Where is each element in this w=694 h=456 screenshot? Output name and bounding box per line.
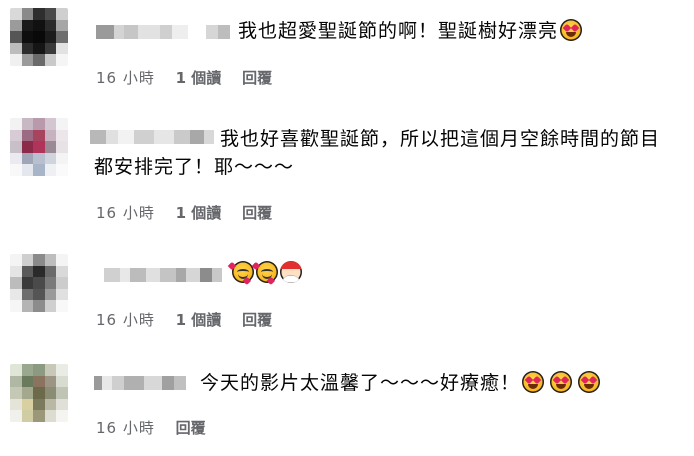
read-count[interactable]: 1 個讀	[176, 203, 222, 223]
avatar[interactable]	[10, 8, 68, 66]
comment-text-continued: 都安排完了！耶～～～	[94, 154, 294, 180]
comment-timestamp[interactable]: 16 小時	[96, 68, 155, 88]
comment-text: 我也超愛聖誕節的啊！聖誕樹好漂亮	[238, 18, 583, 44]
heart-eyes-icon	[522, 371, 545, 393]
heart-eyes-icon	[578, 371, 601, 393]
comment-meta: 16 小時 1 個讀 回覆	[96, 310, 272, 330]
commenter-name[interactable]	[96, 25, 230, 39]
commenter-name[interactable]	[104, 268, 222, 282]
commenter-name[interactable]	[94, 376, 186, 390]
smiling-face-with-hearts-icon	[256, 261, 278, 283]
comment-text-content: 我也超愛聖誕節的啊！聖誕樹好漂亮	[238, 20, 559, 42]
comment-text: 我也好喜歡聖誕節，所以把這個月空餘時間的節目	[220, 126, 660, 152]
comment-meta: 16 小時 回覆	[96, 418, 206, 438]
reply-button[interactable]: 回覆	[176, 418, 206, 438]
heart-eyes-icon	[550, 371, 573, 393]
reply-button[interactable]: 回覆	[242, 68, 272, 88]
santa-icon	[280, 261, 302, 283]
read-count[interactable]: 1 個讀	[176, 310, 222, 330]
comment-meta: 16 小時 1 個讀 回覆	[96, 203, 272, 223]
read-count[interactable]: 1 個讀	[176, 68, 222, 88]
comment-text-line-2: 都安排完了！耶～～～	[94, 156, 295, 178]
comment-text: 今天的影片太溫馨了～～～好療癒！	[200, 370, 601, 396]
comment-timestamp[interactable]: 16 小時	[96, 310, 155, 330]
smiling-face-with-hearts-icon	[232, 261, 254, 283]
comment-text	[230, 260, 302, 286]
avatar[interactable]	[10, 118, 68, 176]
commenter-name[interactable]	[90, 130, 214, 144]
comment-meta: 16 小時 1 個讀 回覆	[96, 68, 272, 88]
reply-button[interactable]: 回覆	[242, 310, 272, 330]
comment-timestamp[interactable]: 16 小時	[96, 418, 155, 438]
comment-text-content: 今天的影片太溫馨了～～～好療癒！	[200, 372, 521, 394]
comment-timestamp[interactable]: 16 小時	[96, 203, 155, 223]
reply-button[interactable]: 回覆	[242, 203, 272, 223]
avatar[interactable]	[10, 254, 68, 312]
heart-eyes-icon	[560, 19, 583, 41]
comment-text-line-1: 我也好喜歡聖誕節，所以把這個月空餘時間的節目	[220, 128, 661, 150]
avatar[interactable]	[10, 364, 68, 422]
